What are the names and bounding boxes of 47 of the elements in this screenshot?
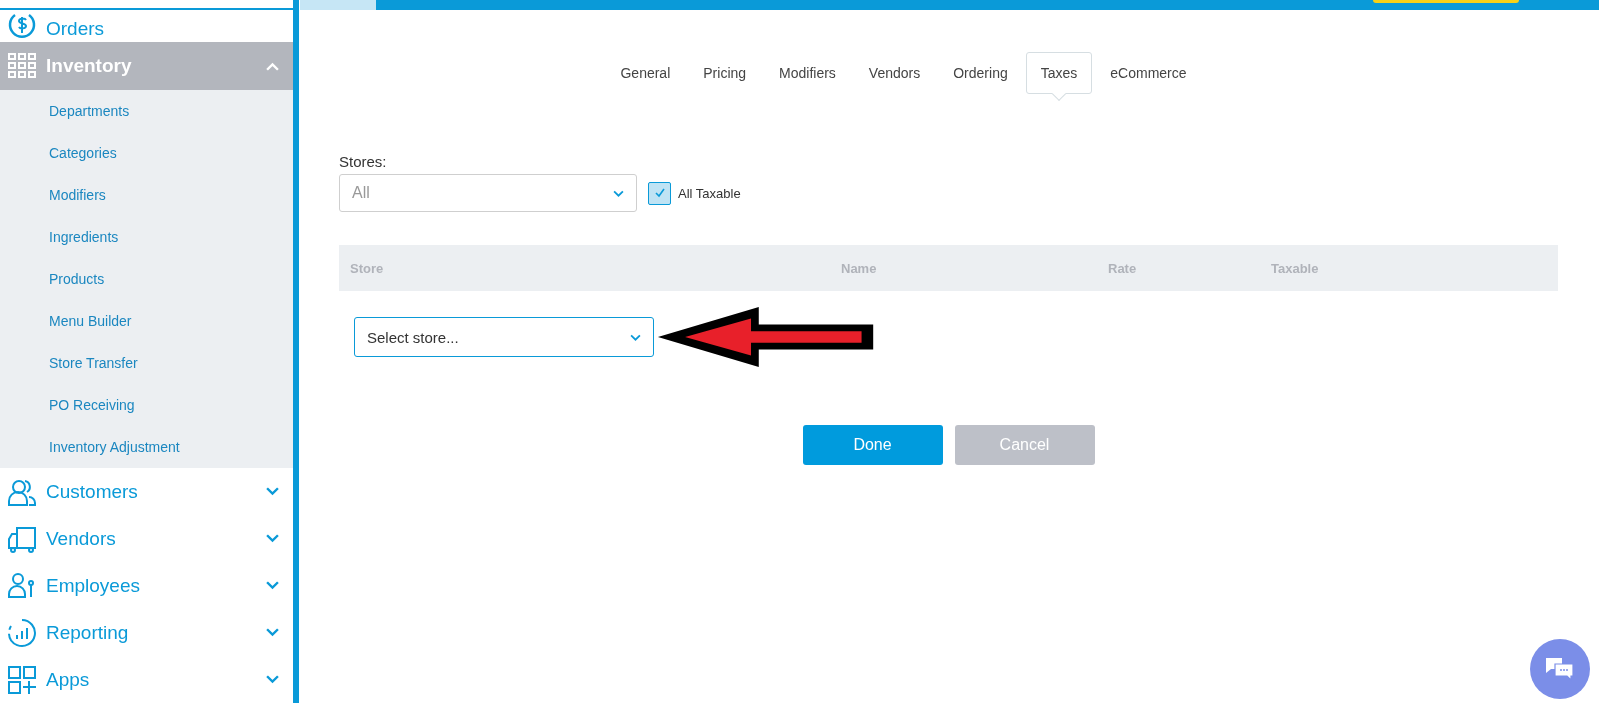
chevron-down-icon	[630, 333, 641, 341]
tab[interactable]: Modifiers	[764, 52, 851, 94]
tab[interactable]: Ordering	[938, 52, 1023, 94]
sidebar-item[interactable]: Employees	[0, 562, 293, 609]
tab[interactable]: Pricing	[688, 52, 762, 94]
chevron-down-icon	[266, 581, 279, 590]
submenu-item[interactable]: PO Receiving	[0, 384, 293, 426]
person-icon	[7, 570, 37, 601]
checkmark-icon	[652, 186, 667, 200]
chat-button[interactable]	[1530, 639, 1590, 699]
submenu-item[interactable]: Products	[0, 258, 293, 300]
store-select[interactable]: Select store...	[354, 317, 654, 357]
sidebar-item[interactable]: Customers	[0, 468, 293, 515]
chart-icon	[7, 617, 37, 648]
cancel-button[interactable]: Cancel	[954, 425, 1095, 465]
submenu-item[interactable]: Modifiers	[0, 174, 293, 216]
apps-icon	[7, 664, 37, 695]
tab[interactable]: General	[605, 52, 686, 94]
column-header: Store	[350, 260, 385, 276]
chevron-down-icon	[613, 189, 624, 197]
sidebar-item[interactable]: Inventory	[0, 42, 293, 90]
submenu-item[interactable]: Inventory Adjustment	[0, 426, 293, 468]
done-button[interactable]: Done	[802, 425, 943, 465]
submenu-item[interactable]: Ingredients	[0, 216, 293, 258]
checkbox[interactable]	[648, 181, 671, 205]
sidebar-item[interactable]: Reporting	[0, 609, 293, 656]
tab[interactable]: eCommerce	[1095, 52, 1202, 94]
sidebar-item[interactable]: Apps	[0, 656, 293, 703]
sidebar-item[interactable]: Orders	[0, 10, 293, 42]
chevron-down-icon	[266, 675, 279, 684]
submenu-item[interactable]: Store Transfer	[0, 342, 293, 384]
grid-icon	[7, 51, 37, 81]
column-header: Rate	[1108, 260, 1138, 276]
checkbox-label: All Taxable	[678, 185, 741, 201]
stores-label: Stores:	[339, 153, 388, 170]
submenu-item[interactable]: Menu Builder	[0, 300, 293, 342]
chevron-down-icon	[266, 487, 279, 496]
sidebar-item[interactable]: Vendors	[0, 515, 293, 562]
stores-select[interactable]: All	[339, 174, 637, 212]
column-header: Taxable	[1271, 260, 1320, 276]
submenu-item[interactable]: Departments	[0, 90, 293, 132]
tab[interactable]: Vendors	[853, 52, 936, 94]
chevron-up-icon	[266, 61, 279, 71]
chevron-down-icon	[266, 534, 279, 543]
chevron-down-icon	[266, 628, 279, 637]
submenu-item[interactable]: Categories	[0, 132, 293, 174]
column-header: Name	[841, 260, 878, 276]
